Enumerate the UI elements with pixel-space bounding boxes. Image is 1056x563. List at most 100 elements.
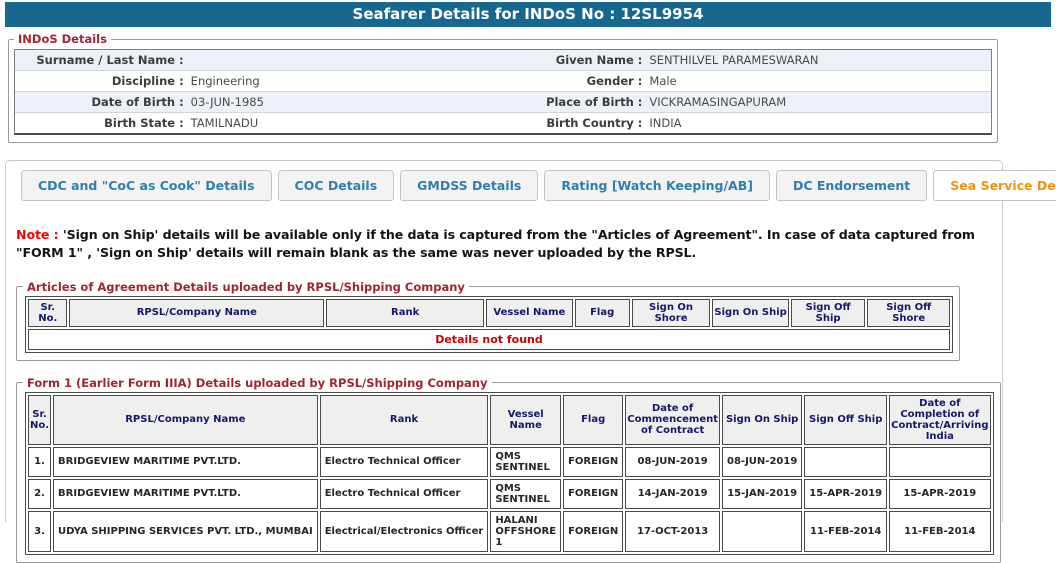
header-cell-sign-off-ship: Sign Off Ship [791,299,866,327]
table-cell: QMS SENTINEL [490,479,561,509]
table-cell: 1. [28,447,51,477]
indos-field-place-of-birth: Place of Birth :VICKRAMASINGAPURAM [503,92,991,112]
header-cell-sign-off-ship: Sign Off Ship [804,395,887,445]
field-value: Engineering [191,74,260,88]
header-cell-rpsl-company-name: RPSL/Company Name [53,395,318,445]
table-cell: 08-JUN-2019 [722,447,802,477]
table-cell [722,511,802,552]
indos-field-date-of-birth: Date of Birth :03-JUN-1985 [15,92,503,112]
tab-gmdss-details[interactable]: GMDSS Details [400,170,538,201]
table-cell: Electro Technical Officer [320,447,489,477]
header-cell-vessel-name: Vessel Name [490,395,561,445]
table-row: 1.BRIDGEVIEW MARITIME PVT.LTD.Electro Te… [28,447,991,477]
form1-table: Sr. No.RPSL/Company NameRankVessel NameF… [25,392,994,555]
field-value: SENTHILVEL PARAMESWARAN [649,53,818,67]
table-cell: 2. [28,479,51,509]
table-row: Details not found [28,329,950,350]
field-value: INDIA [649,116,681,130]
note-text: Note : 'Sign on Ship' details will be av… [16,226,992,263]
table-cell: 15-APR-2019 [804,479,887,509]
tab-coc-details[interactable]: COC Details [278,170,395,201]
header-cell-sr-no: Sr. No. [28,299,67,327]
header-cell-sign-off-shore: Sign Off Shore [867,299,950,327]
form1-legend: Form 1 (Earlier Form IIIA) Details uploa… [23,376,492,390]
table-cell: 08-JUN-2019 [625,447,720,477]
header-cell-flag: Flag [563,395,623,445]
note-prefix: Note : [16,227,63,242]
table-cell: 11-FEB-2014 [889,511,990,552]
header-cell-sign-on-shore: Sign On Shore [632,299,711,327]
header-cell-date-of-commencement-of-contract: Date of Commencement of Contract [625,395,720,445]
table-cell: 15-APR-2019 [889,479,990,509]
articles-of-agreement-table: Sr. No.RPSL/Company NameRankVessel NameF… [25,296,953,353]
header-cell-date-of-completion-of-contract-arriving-india: Date of Completion of Contract/Arriving … [889,395,990,445]
field-value: Male [649,74,676,88]
field-label: Given Name : [503,53,649,67]
note-body: 'Sign on Ship' details will be available… [16,227,975,260]
table-cell: 14-JAN-2019 [625,479,720,509]
header-cell-sign-on-ship: Sign On Ship [722,395,802,445]
header-cell-sign-on-ship: Sign On Ship [712,299,788,327]
table-cell [889,447,990,477]
header-cell-sr-no: Sr. No. [28,395,51,445]
header-cell-rank: Rank [326,299,484,327]
table-cell: QMS SENTINEL [490,447,561,477]
tab-sea-service-details[interactable]: Sea Service Details [933,170,1056,201]
indos-row: Discipline :Engineering Gender :Male [15,71,991,92]
field-value: 03-JUN-1985 [191,95,264,109]
table-cell: 17-OCT-2013 [625,511,720,552]
articles-of-agreement-legend: Articles of Agreement Details uploaded b… [23,280,469,294]
table-cell: HALANI OFFSHORE 1 [490,511,561,552]
table-cell: BRIDGEVIEW MARITIME PVT.LTD. [53,479,318,509]
table-cell [804,447,887,477]
field-label: Surname / Last Name : [15,53,191,67]
field-label: Birth Country : [503,116,649,130]
indos-row: Date of Birth :03-JUN-1985Place of Birth… [15,92,991,113]
table-cell: BRIDGEVIEW MARITIME PVT.LTD. [53,447,318,477]
header-cell-rank: Rank [320,395,489,445]
table-cell: UDYA SHIPPING SERVICES PVT. LTD., MUMBAI [53,511,318,552]
table-row: 2.BRIDGEVIEW MARITIME PVT.LTD.Electro Te… [28,479,991,509]
indos-field-birth-country: Birth Country :INDIA [503,113,991,133]
indos-row: Surname / Last Name : Given Name :SENTHI… [15,50,991,71]
page-title: Seafarer Details for INDoS No : 12SL9954 [5,2,1051,27]
field-label: Date of Birth : [15,95,191,109]
indos-field-gender: Gender :Male [503,71,991,91]
field-label: Gender : [503,74,649,88]
table-cell: FOREIGN [563,447,623,477]
header-cell-rpsl-company-name: RPSL/Company Name [69,299,324,327]
form1-table-body: 1.BRIDGEVIEW MARITIME PVT.LTD.Electro Te… [28,447,991,552]
indos-field-surname-last-name: Surname / Last Name : [15,50,503,70]
table-header-row: Sr. No.RPSL/Company NameRankVessel NameF… [28,395,991,445]
empty-message: Details not found [28,329,950,350]
tab-dc-endorsement[interactable]: DC Endorsement [776,170,927,201]
indos-details-table: Surname / Last Name : Given Name :SENTHI… [14,49,992,135]
table-cell: Electrical/Electronics Officer [320,511,489,552]
form1-fieldset: Form 1 (Earlier Form IIIA) Details uploa… [16,376,1001,563]
table-header-row: Sr. No.RPSL/Company NameRankVessel NameF… [28,299,950,327]
table-cell: 3. [28,511,51,552]
field-label: Place of Birth : [503,95,649,109]
table-cell: 15-JAN-2019 [722,479,802,509]
table-cell: Electro Technical Officer [320,479,489,509]
field-value: VICKRAMASINGAPURAM [649,95,786,109]
indos-field-birth-state: Birth State :TAMILNADU [15,113,503,133]
field-value [191,53,195,67]
table-cell: FOREIGN [563,511,623,552]
header-cell-flag: Flag [575,299,630,327]
field-label: Discipline : [15,74,191,88]
tab-bar: CDC and "CoC as Cook" DetailsCOC Details… [6,161,1002,201]
table-row: 3.UDYA SHIPPING SERVICES PVT. LTD., MUMB… [28,511,991,552]
articles-table-body: Details not found [28,329,950,350]
tab-cdc-and-coc-as-cook-details[interactable]: CDC and "CoC as Cook" Details [21,170,272,201]
table-cell: 11-FEB-2014 [804,511,887,552]
articles-of-agreement-fieldset: Articles of Agreement Details uploaded b… [16,280,960,361]
header-cell-vessel-name: Vessel Name [486,299,573,327]
field-value: TAMILNADU [191,116,258,130]
indos-field-given-name: Given Name :SENTHILVEL PARAMESWARAN [503,50,991,70]
tab-rating-watch-keeping-ab[interactable]: Rating [Watch Keeping/AB] [544,170,770,201]
indos-row: Birth State :TAMILNADUBirth Country :IND… [15,113,991,133]
content-panel: CDC and "CoC as Cook" DetailsCOC Details… [5,160,1003,522]
field-label: Birth State : [15,116,191,130]
indos-details-fieldset: INDoS Details Surname / Last Name : Give… [8,32,998,143]
